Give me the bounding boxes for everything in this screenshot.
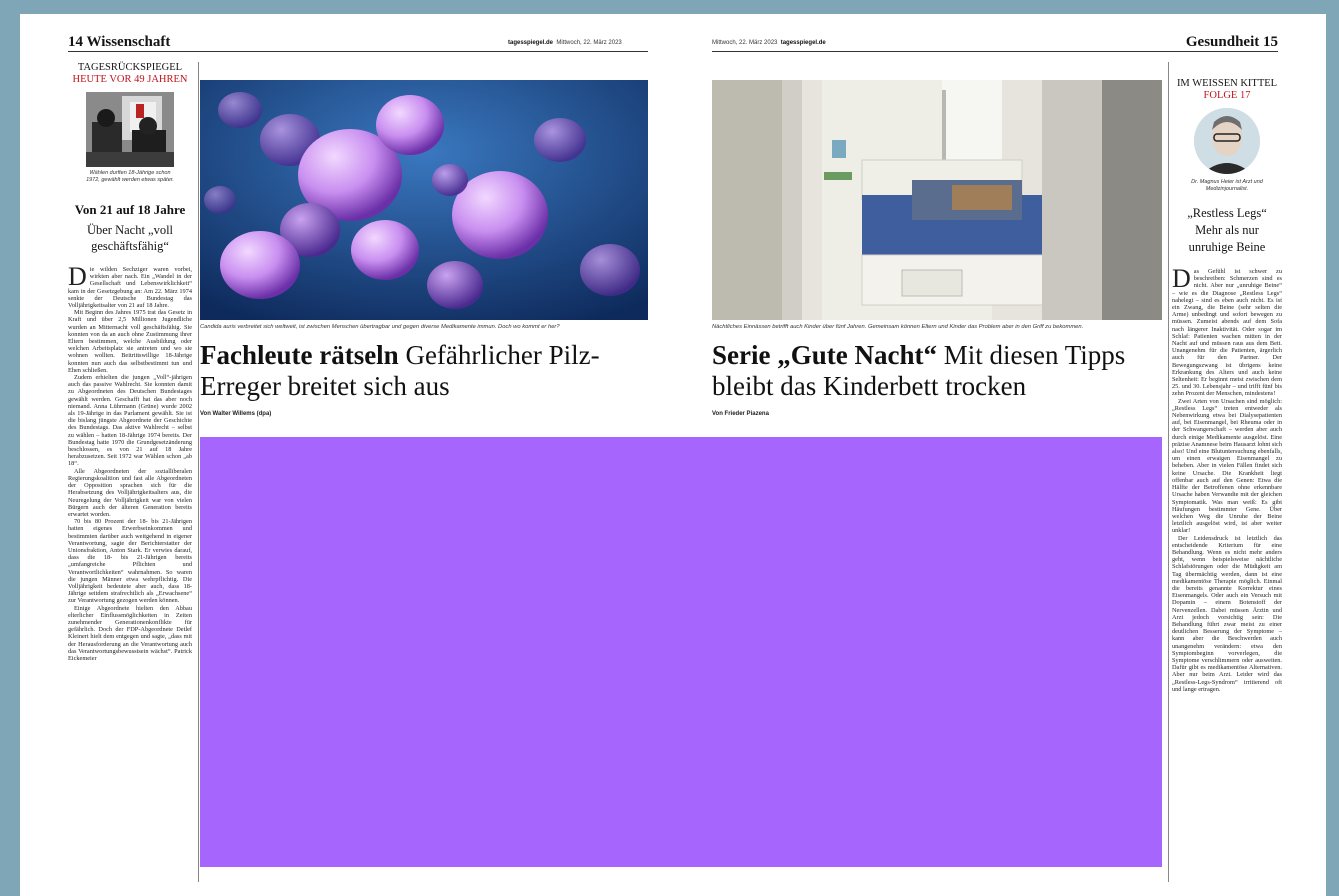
left-paragraph: 70 bis 80 Prozent der 18- bis 21-Jährige… [68, 518, 192, 605]
left-paragraph: Alle Abgeordneten der sozialliberalen Re… [68, 467, 192, 518]
left-paragraph: Zudem erhielten die jungen „Voll“-jährig… [68, 374, 192, 468]
right-masthead-paper: tagesspiegel.de [780, 40, 826, 46]
left-headline-bold: Fachleute rätseln [200, 340, 399, 370]
left-section-name: Wissenschaft [86, 34, 171, 50]
candida-caption: Candida auris verbreitet sich weltweit, … [200, 324, 560, 330]
right-sidebar-subhead: „Restless Legs“ Mehr als nur unruhige Be… [1187, 206, 1267, 254]
right-headline: Serie „Gute Nacht“ Mit diesen Tipps blei… [712, 340, 1166, 402]
right-dropcap: D [1172, 268, 1191, 293]
right-kicker: IM WEISSEN KITTEL FOLGE 17 [1172, 78, 1282, 102]
right-page-number: 15 [1263, 34, 1278, 50]
historic-photo-caption: Wählen durften 18-Jährige schon 1972, ge… [86, 170, 174, 183]
right-masthead-date: Mittwoch, 22. März 2023 [712, 40, 778, 46]
left-sidebar-article: D ie wilden Sechziger waren vorbei, wirk… [68, 266, 192, 866]
purple-content-block [200, 437, 1162, 867]
left-paragraph: Mit Beginn des Jahres 1975 trat das Gese… [68, 309, 192, 374]
left-page-number: 14 [68, 34, 83, 50]
left-paragraph: Einige Abgeordnete hielten den Abbau elt… [68, 604, 192, 662]
left-kicker: TAGESRÜCKSPIEGEL HEUTE VOR 49 JAHREN [68, 62, 192, 86]
historic-photo [86, 92, 174, 167]
left-header-rule [68, 51, 648, 52]
left-column-divider [198, 62, 199, 882]
right-header-rule [712, 51, 1278, 52]
right-headline-bold: Serie „Gute Nacht“ [712, 340, 937, 370]
right-masthead: Mittwoch, 22. März 2023 tagesspiegel.de [712, 40, 826, 46]
newspaper-spread: 14 Wissenschaft tagesspiegel.de Mittwoch… [20, 14, 1326, 896]
right-kicker-subtitle: FOLGE 17 [1203, 90, 1251, 101]
left-masthead-date: Mittwoch, 22. März 2023 [556, 40, 622, 46]
left-byline: Von Walter Willems (dpa) [200, 411, 272, 417]
right-section-name: Gesundheit [1185, 34, 1260, 50]
left-folio: 14 Wissenschaft [68, 34, 170, 51]
right-folio: Gesundheit 15 [1186, 34, 1278, 51]
left-masthead-paper: tagesspiegel.de [508, 40, 554, 46]
author-portrait [1194, 108, 1260, 174]
right-column-divider [1168, 62, 1169, 882]
left-headline: Fachleute rätseln Gefährlicher Pilz-Erre… [200, 340, 640, 402]
left-sidebar-subhead: Über Nacht „voll geschäftsfähig“ [86, 223, 174, 253]
right-kicker-title: IM WEISSEN KITTEL [1176, 78, 1278, 89]
author-portrait-caption: Dr. Magnus Heier ist Arzt und Medizinjou… [1191, 179, 1263, 192]
right-paragraph: Der Leidensdruck ist letztlich das entsc… [1172, 534, 1282, 693]
left-masthead: tagesspiegel.de Mittwoch, 22. März 2023 [508, 40, 622, 46]
right-paragraph: Zwei Arten von Ursachen sind möglich: „R… [1172, 397, 1282, 535]
left-kicker-subtitle: HEUTE VOR 49 JAHREN [72, 74, 188, 85]
right-sidebar-article: D as Gefühl ist schwer zu beschreiben: S… [1172, 268, 1282, 848]
left-dropcap: D [68, 266, 87, 291]
left-sidebar: TAGESRÜCKSPIEGEL HEUTE VOR 49 JAHREN Wäh… [68, 62, 192, 866]
bedroom-caption: Nächtliches Einnässen betrifft auch Kind… [712, 324, 1084, 330]
right-sidebar: IM WEISSEN KITTEL FOLGE 17 Dr. Magnus He… [1172, 78, 1282, 848]
candida-photo [200, 80, 648, 320]
right-byline: Von Frieder Piazena [712, 411, 769, 417]
left-kicker-title: TAGESRÜCKSPIEGEL [77, 62, 183, 73]
bedroom-photo [712, 80, 1162, 320]
left-sidebar-headline: Von 21 auf 18 Jahre [74, 202, 186, 217]
